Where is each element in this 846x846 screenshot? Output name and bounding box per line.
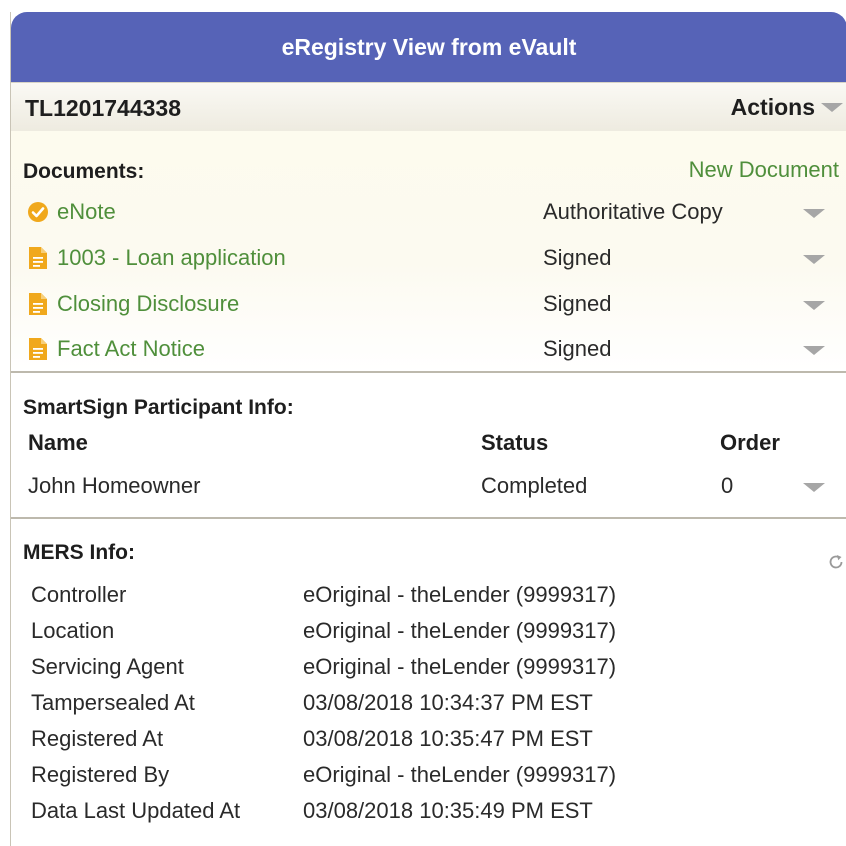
document-link-enote[interactable]: eNote	[57, 199, 116, 225]
participant-row: John Homeowner Completed 0	[11, 467, 846, 507]
eregistry-panel: eRegistry View from eVault TL1201744338 …	[10, 12, 846, 846]
chevron-down-icon[interactable]	[803, 301, 825, 310]
column-header-status: Status	[481, 430, 549, 455]
document-status: Signed	[543, 336, 612, 361]
participant-status: Completed	[481, 473, 588, 498]
check-circle-icon	[28, 202, 48, 222]
participant-name: John Homeowner	[28, 473, 201, 498]
new-document-link[interactable]: New Document	[689, 157, 839, 183]
mers-label-location: Location	[31, 618, 115, 643]
document-link-loan-application[interactable]: 1003 - Loan application	[57, 245, 286, 271]
chevron-down-icon[interactable]	[803, 483, 825, 492]
document-row: 1003 - Loan application Signed	[11, 239, 846, 279]
actions-label: Actions	[730, 94, 815, 120]
refresh-icon[interactable]	[827, 553, 845, 571]
document-link-closing-disclosure[interactable]: Closing Disclosure	[57, 291, 239, 317]
mers-value-servicing-agent: eOriginal - theLender (9999317)	[303, 654, 617, 679]
mers-label-servicing-agent: Servicing Agent	[31, 654, 184, 679]
chevron-down-icon[interactable]	[803, 346, 825, 355]
document-icon	[29, 247, 47, 269]
mers-value-registered-by: eOriginal - theLender (9999317)	[303, 762, 617, 787]
mers-value-location: eOriginal - theLender (9999317)	[303, 618, 617, 643]
mers-label-registered-at: Registered At	[31, 726, 164, 751]
package-id-bar: TL1201744338 Actions	[11, 82, 846, 132]
mers-label-data-last-updated-at: Data Last Updated At	[31, 798, 241, 823]
mers-value-data-last-updated-at: 03/08/2018 10:35:49 PM EST	[303, 798, 593, 823]
actions-menu-button[interactable]: Actions	[731, 94, 843, 121]
documents-heading: Documents:	[23, 160, 145, 183]
section-divider	[11, 371, 846, 373]
mers-value-tampersealed-at: 03/08/2018 10:34:37 PM EST	[303, 690, 593, 715]
panel-title-bar: eRegistry View from eVault	[11, 12, 846, 82]
column-header-name: Name	[28, 430, 88, 455]
document-status: Signed	[543, 245, 612, 270]
chevron-down-icon[interactable]	[803, 255, 825, 264]
package-id: TL1201744338	[25, 95, 182, 121]
mers-label-tampersealed-at: Tampersealed At	[31, 690, 195, 715]
document-row: eNote Authoritative Copy	[11, 193, 846, 233]
document-status: Authoritative Copy	[543, 199, 723, 224]
column-header-order: Order	[720, 430, 780, 455]
section-divider	[11, 517, 846, 519]
document-row: Fact Act Notice Signed	[11, 330, 846, 370]
mers-label-controller: Controller	[31, 582, 127, 607]
chevron-down-icon	[821, 103, 843, 112]
mers-value-controller: eOriginal - theLender (9999317)	[303, 582, 617, 607]
mers-value-registered-at: 03/08/2018 10:35:47 PM EST	[303, 726, 593, 751]
chevron-down-icon[interactable]	[803, 209, 825, 218]
document-link-fact-act-notice[interactable]: Fact Act Notice	[57, 336, 205, 362]
panel-title: eRegistry View from eVault	[281, 33, 577, 60]
mers-label-registered-by: Registered By	[31, 762, 170, 787]
document-row: Closing Disclosure Signed	[11, 285, 846, 325]
document-icon	[29, 338, 47, 360]
participant-order: 0	[721, 473, 734, 498]
document-icon	[29, 293, 47, 315]
document-status: Signed	[543, 291, 612, 316]
participants-heading: SmartSign Participant Info:	[23, 396, 294, 419]
mers-heading: MERS Info:	[23, 541, 135, 564]
